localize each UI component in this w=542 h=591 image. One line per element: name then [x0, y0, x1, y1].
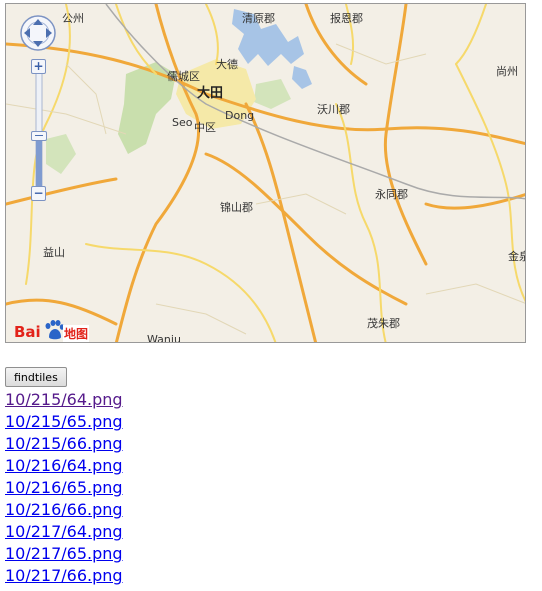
place-label-baoen: 报恩郡	[330, 12, 363, 25]
list-item: 10/217/66.png	[5, 565, 123, 587]
list-item: 10/215/66.png	[5, 433, 123, 455]
place-label-datian: 大田	[197, 86, 224, 101]
place-label-qingyuan: 清原郡	[242, 12, 275, 25]
tile-link[interactable]: 10/216/64.png	[5, 456, 123, 475]
tile-link[interactable]: 10/215/64.png	[5, 390, 123, 409]
place-label-shangzhou: 尚州	[496, 65, 518, 78]
zoom-slider-handle[interactable]	[31, 131, 47, 141]
place-label-yongtong: 永同郡	[375, 188, 408, 201]
place-label-jinquan: 金泉	[508, 250, 525, 263]
place-label-rucheng: 儒城区	[167, 70, 200, 83]
list-item: 10/216/65.png	[5, 477, 123, 499]
place-label-jinshan: 锦山郡	[220, 201, 253, 214]
baidu-map-logo[interactable]: Bai 地图	[12, 320, 92, 342]
list-item: 10/217/64.png	[5, 521, 123, 543]
tile-link[interactable]: 10/217/65.png	[5, 544, 123, 563]
map-tiles	[6, 4, 525, 342]
zoom-in-icon: +	[33, 59, 44, 73]
place-label-maozhu: 茂朱郡	[367, 317, 400, 330]
list-item: 10/216/64.png	[5, 455, 123, 477]
logo-text: 地图	[63, 325, 90, 342]
pan-control[interactable]	[19, 14, 57, 52]
list-item: 10/215/64.png	[5, 389, 123, 411]
place-label-seo: Seo	[172, 116, 193, 129]
zoom-control: + −	[31, 59, 47, 206]
place-label-zhongqu: 中区	[194, 121, 216, 134]
place-label-gongzhou: 公州	[62, 12, 84, 25]
tile-link[interactable]: 10/215/66.png	[5, 434, 123, 453]
tile-link[interactable]: 10/216/66.png	[5, 500, 123, 519]
baidu-paw-icon	[45, 320, 65, 340]
map-view[interactable]: 公州 清原郡 报恩郡 尚州 儒城区 大德 大田 Dong Seo 中区 沃川郡 …	[5, 3, 526, 343]
tile-link-list: 10/215/64.png 10/215/65.png 10/215/66.pn…	[5, 389, 123, 587]
tile-link[interactable]: 10/217/64.png	[5, 522, 123, 541]
list-item: 10/217/65.png	[5, 543, 123, 565]
zoom-out-icon: −	[33, 186, 44, 200]
tile-link[interactable]: 10/215/65.png	[5, 412, 123, 431]
list-item: 10/216/66.png	[5, 499, 123, 521]
findtiles-button[interactable]: findtiles	[5, 367, 67, 387]
zoom-out-button[interactable]: −	[31, 186, 46, 201]
place-label-dade: 大德	[216, 58, 238, 71]
zoom-in-button[interactable]: +	[31, 59, 46, 74]
logo-brand: Bai	[14, 323, 41, 341]
place-label-wochuan: 沃川郡	[317, 103, 350, 116]
place-label-wanju: Wanju	[147, 333, 181, 343]
place-label-dong: Dong	[225, 109, 255, 122]
tile-link[interactable]: 10/216/65.png	[5, 478, 123, 497]
list-item: 10/215/65.png	[5, 411, 123, 433]
place-label-yishan: 益山	[43, 246, 65, 259]
tile-link[interactable]: 10/217/66.png	[5, 566, 123, 585]
